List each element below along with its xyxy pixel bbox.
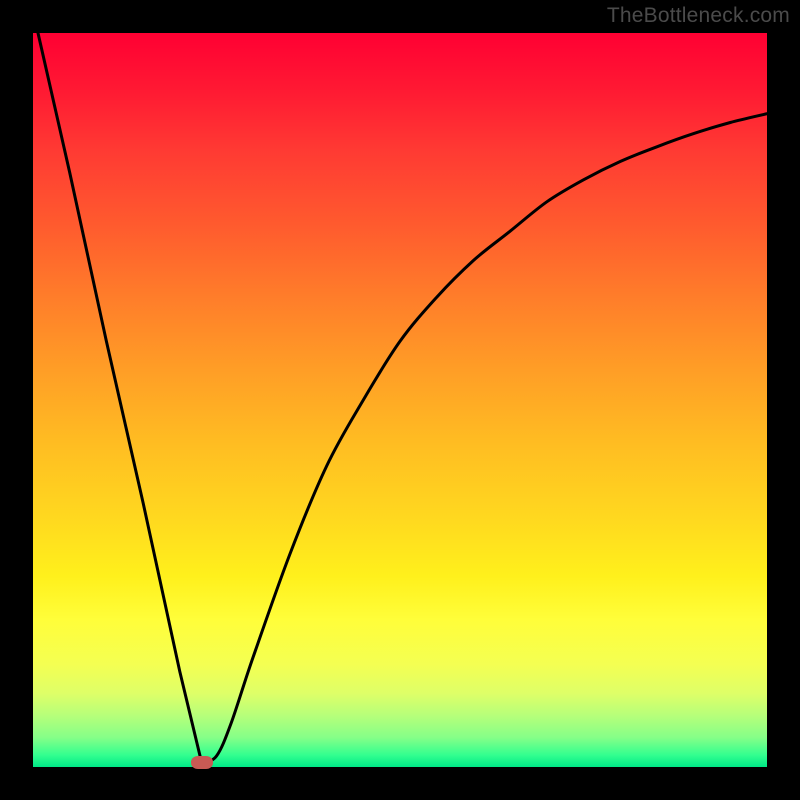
bottleneck-curve (33, 11, 767, 763)
curve-layer (33, 33, 767, 767)
optimal-point-marker (191, 756, 213, 769)
plot-area (33, 33, 767, 767)
chart-frame: TheBottleneck.com (0, 0, 800, 800)
watermark-text: TheBottleneck.com (607, 4, 790, 28)
